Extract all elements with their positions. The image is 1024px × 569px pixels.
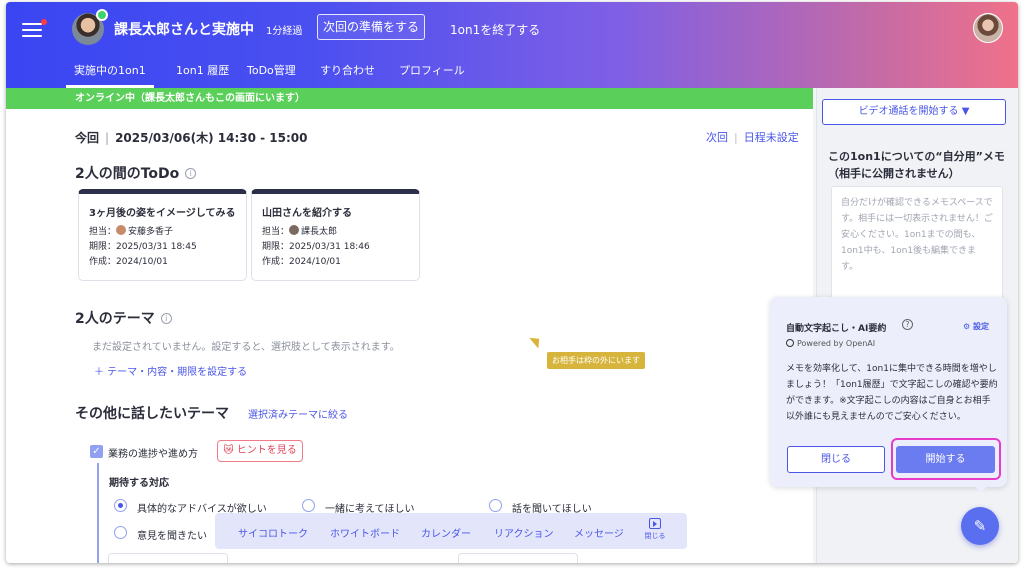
- menu-icon[interactable]: [22, 19, 47, 37]
- theme-heading: 2人のテーマ i: [75, 308, 172, 328]
- start-video-button[interactable]: ビデオ通話を開始する ▼: [822, 99, 1006, 125]
- partner-location-tip: お相手は枠の外にいます: [547, 352, 645, 369]
- close-button[interactable]: 閉じる: [787, 446, 885, 473]
- tool-message[interactable]: メッセージ: [574, 525, 624, 540]
- todo-assignee: 担当： 課長太郎: [262, 225, 338, 237]
- tab-current-1on1[interactable]: 実施中の1on1: [66, 62, 154, 88]
- partner-avatar: [72, 9, 108, 45]
- info-icon[interactable]: i: [160, 313, 172, 324]
- tool-dice-talk[interactable]: サイコロトーク: [238, 525, 308, 540]
- radio-listen[interactable]: [489, 499, 502, 512]
- info-icon[interactable]: i: [185, 168, 197, 179]
- radio-label: 意見を聞きたい: [137, 531, 207, 542]
- settings-link[interactable]: ⚙ 設定: [963, 321, 989, 332]
- todo-card[interactable]: 3ヶ月後の姿をイメージしてみる 担当： 安藤多香子 期限：2025/03/31 1…: [78, 189, 247, 281]
- memo-title: この1on1についての“自分用”メモ（相手に公開されません）: [828, 150, 1005, 180]
- tool-calendar[interactable]: カレンダー: [421, 525, 471, 540]
- todo-created: 作成：2024/10/01: [89, 257, 168, 267]
- todo-due: 期限：2025/03/31 18:46: [262, 242, 370, 252]
- start-button[interactable]: 開始する: [896, 446, 995, 473]
- todo-created: 作成：2024/10/01: [262, 257, 341, 267]
- radio-advice[interactable]: [114, 499, 127, 512]
- todo-assignee: 担当： 安藤多香子: [89, 225, 174, 237]
- end-1on1-link[interactable]: 1on1を終了する: [450, 21, 540, 38]
- user-avatar[interactable]: [973, 13, 1003, 43]
- tool-reaction[interactable]: リアクション: [494, 525, 554, 540]
- tab-profile[interactable]: プロフィール: [399, 62, 465, 88]
- online-status-bar: オンライン中（課長太郎さんもこの画面にいます）: [6, 88, 813, 109]
- tab-todo[interactable]: ToDo管理: [247, 62, 296, 88]
- openai-icon: [786, 339, 794, 347]
- radio-think-together[interactable]: [302, 499, 315, 512]
- memo-textarea[interactable]: 自分だけが確認できるメモスペースです。相手には一切表示されません！ご安心ください…: [831, 186, 1003, 306]
- main-content: 今回 | 2025/03/06(木) 14:30 - 15:00 次回 | 日程未設定 …: [6, 109, 813, 563]
- ai-pen-icon[interactable]: ✎: [961, 507, 999, 545]
- todo-card[interactable]: 山田さんを紹介する 担当： 課長太郎 期限：2025/03/31 18:46 作成…: [251, 189, 420, 281]
- set-theme-link[interactable]: ＋ テーマ・内容・期限を設定する: [94, 363, 247, 378]
- online-indicator: [96, 9, 108, 21]
- filter-selected-link[interactable]: 選択済みテーマに絞る: [248, 406, 348, 421]
- next-meeting[interactable]: 次回 | 日程未設定: [706, 129, 799, 145]
- input-box[interactable]: [458, 553, 578, 563]
- avatar: [116, 225, 127, 235]
- hint-button[interactable]: 😿 ヒントを見る: [217, 440, 303, 462]
- popup-arrow: [974, 485, 988, 493]
- tool-whiteboard[interactable]: ホワイトボード: [330, 525, 400, 540]
- radio-opinion[interactable]: [114, 526, 127, 539]
- tools-toolbar: サイコロトーク ホワイトボード カレンダー リアクション メッセージ 閉じる: [215, 513, 687, 549]
- ai-popup-title: 自動文字起こし・AI要約: [786, 324, 887, 334]
- powered-by: Powered by OpenAI: [786, 339, 875, 348]
- elapsed-time: 1分経過: [266, 26, 303, 37]
- theme-checkbox[interactable]: ✓: [90, 445, 103, 458]
- divider: [97, 463, 99, 563]
- avatar: [289, 225, 300, 235]
- expected-response-title: 期待する対応: [109, 478, 169, 489]
- other-theme-heading: その他に話したいテーマ: [75, 406, 229, 422]
- todo-heading: 2人の間のToDo i: [75, 163, 197, 183]
- collapse-icon: [649, 518, 661, 529]
- partner-cursor-icon: [529, 333, 544, 349]
- toolbar-close-button[interactable]: 閉じる: [643, 518, 667, 541]
- ai-popup-body: メモを効率化して、1on1に集中できる時間を増やしましょう！「1on1履歴」で文…: [786, 364, 998, 422]
- help-icon[interactable]: ?: [902, 319, 913, 330]
- todo-title: 山田さんを紹介する: [262, 208, 352, 219]
- todo-due: 期限：2025/03/31 18:45: [89, 242, 197, 252]
- session-title: 課長太郎さんと実施中: [114, 22, 254, 38]
- tab-history[interactable]: 1on1 履歴: [176, 62, 229, 88]
- todo-title: 3ヶ月後の姿をイメージしてみる: [89, 208, 236, 219]
- theme-empty-note: まだ設定されていません。設定すると、選択肢として表示されます。: [92, 342, 400, 353]
- header: 課長太郎さんと実施中 1分経過 次回の準備をする 1on1を終了する 実施中の1…: [6, 2, 1018, 88]
- theme-item-label: 業務の進捗や進め方: [108, 449, 198, 460]
- meeting-datetime: 今回 | 2025/03/06(木) 14:30 - 15:00: [75, 131, 308, 145]
- notification-dot: [41, 19, 47, 25]
- input-box[interactable]: [108, 553, 228, 563]
- tab-alignment[interactable]: すり合わせ: [320, 62, 375, 88]
- prepare-next-button[interactable]: 次回の準備をする: [317, 14, 425, 40]
- ai-transcription-popup: 自動文字起こし・AI要約 ? ⚙ 設定 Powered by OpenAI メモ…: [770, 297, 1007, 487]
